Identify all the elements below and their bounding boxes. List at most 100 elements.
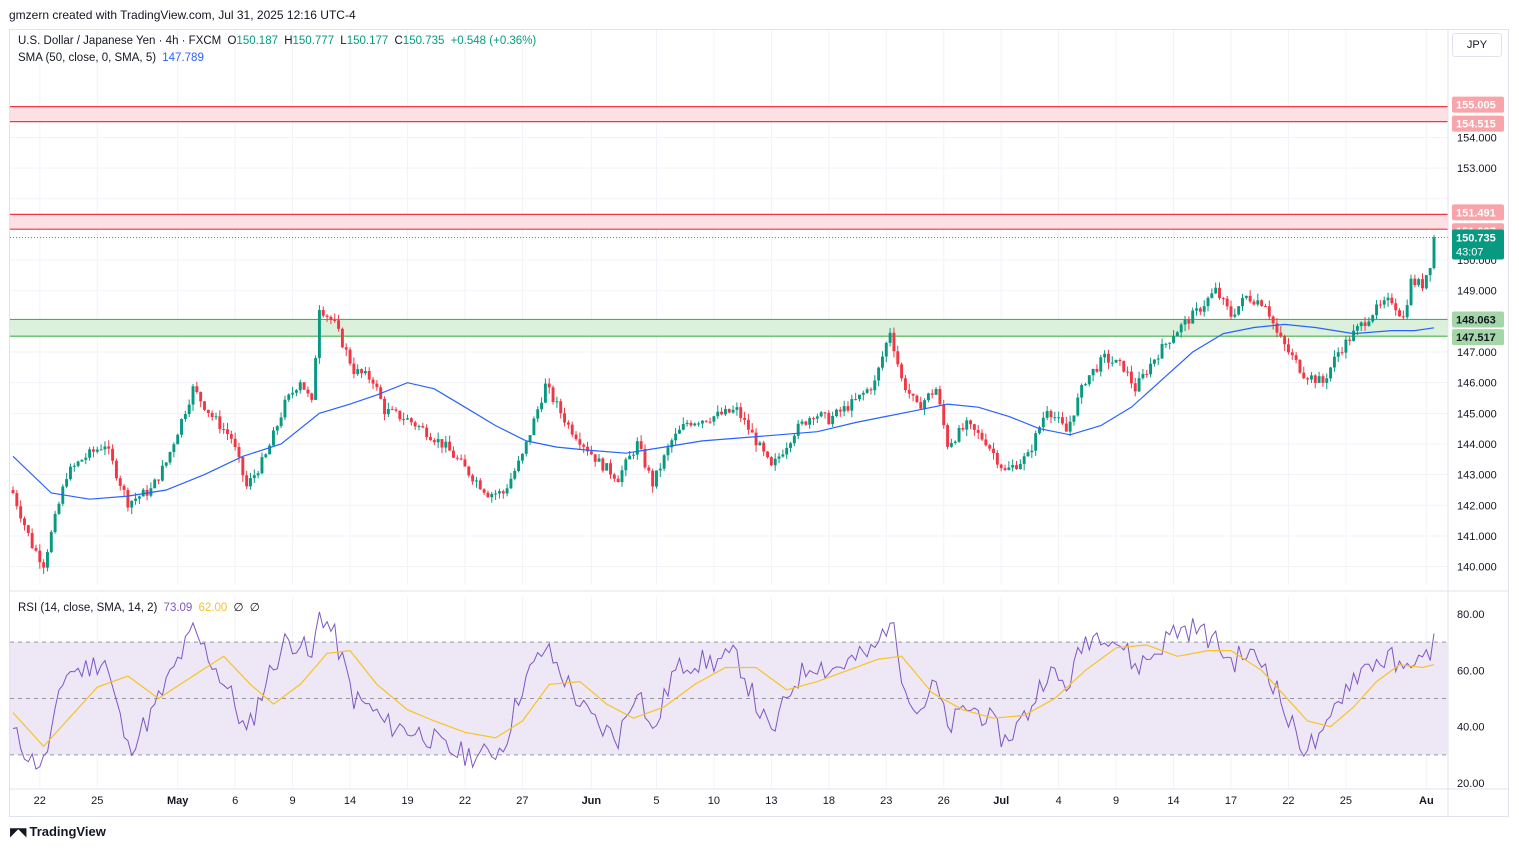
candle-body bbox=[1076, 397, 1080, 416]
candle-body bbox=[1401, 316, 1405, 318]
time-tick-label: 14 bbox=[1167, 795, 1179, 807]
candle-body bbox=[735, 407, 739, 410]
candle-body bbox=[76, 461, 80, 466]
candle-body bbox=[84, 457, 88, 460]
candle-body bbox=[609, 463, 612, 475]
rsi-extra-2: ∅ bbox=[249, 602, 260, 614]
time-tick-label: 26 bbox=[938, 795, 950, 807]
candle-body bbox=[777, 456, 781, 459]
candle-body bbox=[639, 441, 643, 449]
candle-body bbox=[1018, 463, 1022, 469]
candle-body bbox=[869, 389, 873, 391]
candle-body bbox=[520, 453, 524, 461]
candle-body bbox=[425, 427, 429, 438]
candle-body bbox=[137, 496, 141, 499]
footer-brand[interactable]: ◤◥ TradingView bbox=[10, 824, 106, 839]
tradingview-logo-icon: ◤◥ bbox=[10, 824, 27, 839]
candle-body bbox=[965, 420, 969, 430]
candle-body bbox=[513, 471, 517, 479]
candle-body bbox=[505, 488, 509, 494]
price-legend: U.S. Dollar / Japanese Yen · 4h · FXCM O… bbox=[18, 35, 539, 47]
candle-body bbox=[26, 525, 30, 534]
candle-body bbox=[1191, 310, 1195, 324]
candle-body bbox=[907, 390, 911, 394]
zone-bottom-price-badge: 147.517 bbox=[1452, 329, 1504, 346]
currency-button[interactable]: JPY bbox=[1452, 33, 1502, 57]
candle-body bbox=[1053, 417, 1057, 419]
candle-body bbox=[386, 409, 390, 415]
candle-body bbox=[291, 392, 295, 395]
rsi-label[interactable]: RSI (14, close, SMA, 14, 2) bbox=[18, 602, 157, 614]
candle-body bbox=[880, 356, 884, 368]
candle-body bbox=[1340, 352, 1344, 354]
symbol-label[interactable]: U.S. Dollar / Japanese Yen · 4h · FXCM bbox=[18, 35, 221, 47]
candle-body bbox=[1202, 306, 1206, 312]
candle-body bbox=[624, 459, 628, 471]
candle-body bbox=[961, 428, 965, 430]
candle-body bbox=[1160, 343, 1164, 359]
price-tick-label: 144.000 bbox=[1457, 439, 1497, 451]
candle-body bbox=[122, 485, 126, 490]
candle-body bbox=[371, 379, 375, 384]
candle-body bbox=[923, 400, 927, 409]
candle-body bbox=[903, 378, 907, 391]
candle-body bbox=[314, 358, 318, 400]
candle-body bbox=[375, 383, 379, 388]
candle-body bbox=[712, 416, 716, 422]
candle-body bbox=[421, 426, 425, 428]
chart-canvas[interactable]: 140.000 141.000 142.000 143.000 144.000 145.0… bbox=[0, 0, 1519, 850]
candle-body bbox=[360, 369, 364, 374]
candle-body bbox=[317, 310, 321, 359]
candle-body bbox=[306, 389, 310, 394]
candle-body bbox=[302, 382, 306, 390]
candle-body bbox=[1367, 321, 1371, 326]
candle-body bbox=[111, 448, 115, 461]
candle-body bbox=[214, 416, 218, 418]
candle-body bbox=[1152, 359, 1156, 364]
candle-body bbox=[413, 422, 417, 427]
candle-body bbox=[1355, 326, 1359, 331]
candle-body bbox=[766, 451, 770, 458]
candle-body bbox=[402, 419, 406, 421]
candle-body bbox=[926, 393, 930, 401]
candle-body bbox=[57, 503, 61, 514]
candle-body bbox=[1394, 303, 1398, 311]
zone-bottom-price-badge-text: 154.515 bbox=[1456, 119, 1496, 131]
candle-body bbox=[697, 423, 701, 425]
time-tick-label: 25 bbox=[1340, 795, 1352, 807]
candle-body bbox=[635, 441, 639, 455]
candle-body bbox=[1428, 268, 1432, 276]
change-value: +0.548 (+0.36%) bbox=[450, 35, 537, 47]
time-tick-label: 17 bbox=[1225, 795, 1237, 807]
candle-body bbox=[632, 454, 635, 456]
candle-body bbox=[130, 500, 134, 508]
sma-label[interactable]: SMA (50, close, 0, SMA, 5) bbox=[18, 52, 156, 64]
candle-body bbox=[436, 439, 440, 443]
candle-body bbox=[727, 408, 731, 413]
candle-body bbox=[1325, 378, 1329, 383]
candle-body bbox=[942, 404, 946, 426]
candle-body bbox=[168, 451, 172, 463]
candle-body bbox=[34, 547, 38, 551]
candle-body bbox=[865, 389, 869, 393]
footer-brand-label: TradingView bbox=[29, 824, 106, 839]
candle-body bbox=[406, 418, 409, 420]
candle-body bbox=[1241, 297, 1244, 307]
candle-body bbox=[72, 465, 76, 467]
candle-body bbox=[792, 435, 796, 444]
candle-body bbox=[900, 364, 904, 379]
low-value: L150.177 bbox=[340, 35, 389, 47]
candle-body bbox=[988, 445, 992, 449]
time-tick-label: 18 bbox=[823, 795, 835, 807]
candle-body bbox=[1348, 339, 1352, 341]
candle-body bbox=[750, 429, 754, 433]
candle-body bbox=[1068, 421, 1072, 432]
sma-value: 147.789 bbox=[162, 52, 204, 64]
candle-body bbox=[517, 460, 521, 472]
candle-body bbox=[1413, 278, 1417, 286]
candle-body bbox=[1225, 298, 1229, 307]
candle-body bbox=[241, 457, 245, 476]
high-value: H150.777 bbox=[284, 35, 335, 47]
candle-body bbox=[658, 468, 662, 471]
price-tick-label: 143.000 bbox=[1457, 470, 1497, 482]
